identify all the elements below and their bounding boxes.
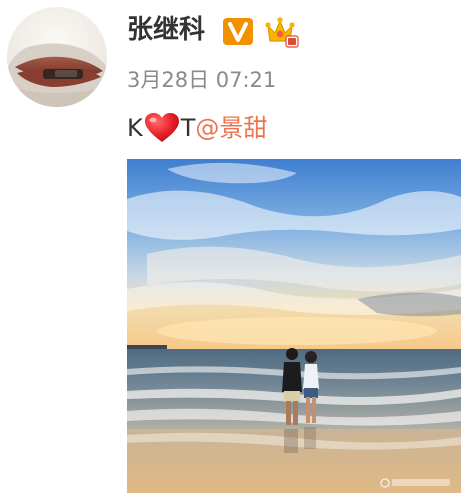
mention-link[interactable]: @景甜	[195, 112, 267, 144]
post-text: K T @景甜	[127, 112, 267, 144]
post-photo[interactable]	[127, 159, 461, 493]
post-timestamp[interactable]: 3月28日 07:21	[127, 66, 276, 94]
crown-member-icon[interactable]	[265, 16, 299, 48]
post-text-before: K	[127, 114, 143, 142]
avatar-image	[7, 7, 107, 107]
post-text-after: T	[180, 114, 196, 142]
author-avatar[interactable]	[7, 7, 107, 107]
author-name[interactable]: 张继科	[127, 14, 205, 46]
red-heart-icon	[144, 112, 180, 144]
verified-v-icon[interactable]	[223, 18, 253, 45]
